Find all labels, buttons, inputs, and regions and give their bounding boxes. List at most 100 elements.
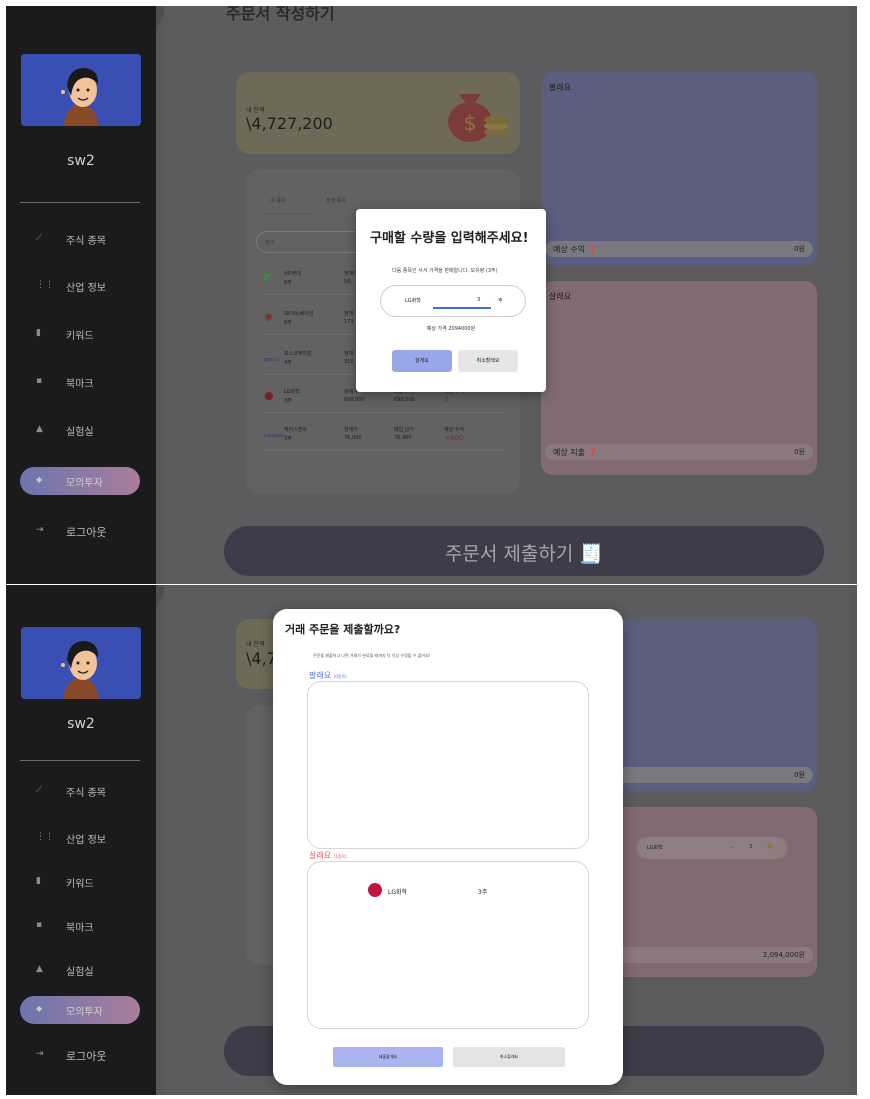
chart-icon: ⟋ (36, 233, 43, 243)
balance-label: 내 잔액 (246, 641, 265, 648)
buy-confirm-button[interactable]: 살게요 (392, 350, 452, 372)
tab-my-stocks[interactable]: 내 종목 (270, 197, 285, 204)
sell-order-box (307, 681, 589, 849)
quantity-input-underline (433, 307, 491, 309)
invest-icon: ◆ (36, 475, 43, 484)
stock-qty: 4주 (284, 360, 292, 366)
chevron-down-icon[interactable]: ⌄ (729, 843, 734, 850)
stock-name: LG화학 (284, 389, 300, 395)
bookmark-icon: ▪ (36, 376, 43, 386)
buy-section-title: 살래요 (309, 851, 332, 860)
stock-price: 310 (344, 359, 354, 365)
quantity-dialog: 구매할 수량을 입력해주세요! 다음 종목인 서서 가격을 판매합니다. 보유량… (356, 209, 546, 392)
sidebar-item-label: 로그아웃 (66, 1050, 107, 1063)
sell-card-title: 팔래요 (549, 83, 572, 92)
expected-spend-value: 0원 (794, 448, 805, 456)
stock-profit: 0 (444, 396, 449, 404)
sidebar-item-label: 주식 종목 (66, 236, 106, 247)
estimated-price: 예상 가격 2094000원 (426, 326, 476, 332)
sidebar-item-label: 키워드 (66, 879, 94, 890)
confirm-dialog-desc: 주문을 제출하고 나면 거래가 완료될 때까지 더 이상 수정할 수 없어요! (313, 653, 431, 658)
sidebar-item-label: 북마크 (66, 379, 94, 390)
lg-logo-icon (368, 883, 382, 897)
stock-name: 케어스젠트 (284, 427, 308, 433)
book-icon: ▮ (36, 328, 41, 338)
stock-qty: 6주 (284, 280, 292, 286)
invest-icon: ◆ (36, 1004, 43, 1013)
username: sw2 (67, 716, 95, 732)
stock-avg-label: 매입 단가 (394, 427, 414, 433)
sidebar-item-lab[interactable]: ▲ 실험실 (6, 957, 156, 983)
quantity-input[interactable]: 3 (477, 297, 480, 303)
submit-button[interactable]: 제출할게요 (333, 1047, 443, 1067)
bookmark-icon: ▪ (36, 920, 43, 930)
buy-row-input: LG화학 ⌄ 3 ● (637, 837, 787, 859)
confirm-dialog: 거래 주문을 제출할까요? 주문을 제출하고 나면 거래가 완료될 때까지 더 … (273, 609, 623, 1085)
sell-section-title: 팔래요 (309, 671, 332, 680)
avatar (21, 54, 141, 126)
stock-qty: 3주 (284, 398, 292, 404)
sidebar: sw2 ⟋ 주식 종목 ⋮⋮ 산업 정보 ▮ 키워드 ▪ 북마크 ▲ 실험실 ◆… (6, 585, 156, 1095)
sidebar-item-lab[interactable]: ▲ 실험실 (6, 417, 156, 443)
avatar (21, 627, 141, 699)
svg-text:$: $ (464, 111, 477, 135)
submit-order-text: 주문서 제출하기 (444, 543, 574, 565)
sidebar-item-label: 실험실 (66, 967, 94, 978)
expected-profit-bar: 예상 수익 ❓ 0원 (545, 241, 813, 257)
screenshot-quantity-dialog: sw2 ⟋ 주식 종목 ⋮⋮ 산업 정보 ▮ 키워드 ▪ 북마크 ▲ 실험실 ◆… (6, 6, 857, 584)
sidebar-item-logout[interactable]: ⇥ 로그아웃 (6, 1042, 156, 1068)
stock-profit: +400 (444, 434, 464, 442)
hd-logo-icon: ◤ (264, 271, 273, 284)
expected-profit-value: 0원 (794, 245, 805, 253)
balance-value: \4,727,200 (246, 114, 333, 133)
sidebar-item-bookmark[interactable]: ▪ 북마크 (6, 913, 156, 939)
expected-spend-label-text: 예상 지출 (553, 448, 585, 457)
cancel-button[interactable]: 취소할래요 (458, 350, 518, 372)
sidebar-item-mock-invest[interactable]: ◆ 모의투자 (20, 996, 140, 1024)
sidebar-item-stocks[interactable]: ⟋ 주식 종목 (6, 226, 156, 252)
stock-price-label: 현재 (344, 311, 354, 317)
stock-avg-price: 698,000 (394, 397, 415, 403)
sidebar-item-label: 실험실 (66, 427, 94, 438)
sidebar-item-stocks[interactable]: ⟋ 주식 종목 (6, 778, 156, 804)
stock-profit-label: 예상 수익 (444, 427, 464, 433)
submit-order-label: 주문서 제출하기 🧾 (224, 539, 824, 566)
stock-name: 포스코케미칼 (284, 351, 312, 357)
sidebar-item-industry[interactable]: ⋮⋮ 산업 정보 (6, 825, 156, 851)
quantity-stock-name: LG화학 (405, 298, 421, 304)
tab-all-stocks[interactable]: 전체 종목 (326, 197, 346, 204)
lg-logo-icon: ● (264, 389, 274, 402)
sidebar: sw2 ⟋ 주식 종목 ⋮⋮ 산업 정보 ▮ 키워드 ▪ 북마크 ▲ 실험실 ◆… (6, 6, 156, 584)
quantity-unit: 주 (498, 298, 503, 304)
sidebar-item-bookmark[interactable]: ▪ 북마크 (6, 369, 156, 395)
buy-row-qty[interactable]: 3 (749, 844, 752, 850)
sidebar-divider (20, 760, 140, 761)
stock-name: SK이노베이션 (284, 311, 314, 317)
expected-profit-value: 0원 (794, 771, 805, 779)
tab-underline (262, 213, 314, 214)
list-item[interactable]: caregen 케어스젠트 3주 현재가 76,000 매입 단가 76,400… (264, 421, 504, 451)
buy-card-title: 살래요 (549, 292, 572, 301)
posco-logo-icon: posco (264, 357, 279, 363)
sidebar-item-industry[interactable]: ⋮⋮ 산업 정보 (6, 273, 156, 299)
sk-logo-icon: ✺ (264, 311, 274, 324)
cancel-button[interactable]: 취소할래요 (453, 1047, 565, 1067)
logout-icon: ⇥ (36, 525, 44, 535)
remove-icon[interactable]: ● (767, 842, 773, 850)
sidebar-item-mock-invest[interactable]: ◆ 모의투자 (20, 467, 140, 495)
sidebar-item-keyword[interactable]: ▮ 키워드 (6, 321, 156, 347)
avatar-icon (21, 627, 141, 699)
quantity-dialog-title: 구매할 수량을 입력해주세요! (370, 231, 529, 246)
stock-price: 698,000 (344, 397, 365, 403)
buy-order-box: LG화학 3주 (307, 861, 589, 1029)
buy-section-label: 살래요 (1종목) (309, 850, 347, 861)
sidebar-item-keyword[interactable]: ▮ 키워드 (6, 869, 156, 895)
sell-card: 팔래요 예상 수익 ❓ 0원 (541, 72, 817, 265)
sidebar-item-logout[interactable]: ⇥ 로그아웃 (6, 518, 156, 544)
stock-price: 173 (344, 319, 354, 325)
stock-avg-price: 76,400 (394, 435, 412, 441)
sell-section-count: (0종목) (333, 674, 347, 679)
book-icon: ▮ (36, 876, 41, 886)
submit-order-button[interactable]: 주문서 제출하기 🧾 (224, 526, 824, 576)
search-placeholder: 검색 (265, 240, 275, 246)
